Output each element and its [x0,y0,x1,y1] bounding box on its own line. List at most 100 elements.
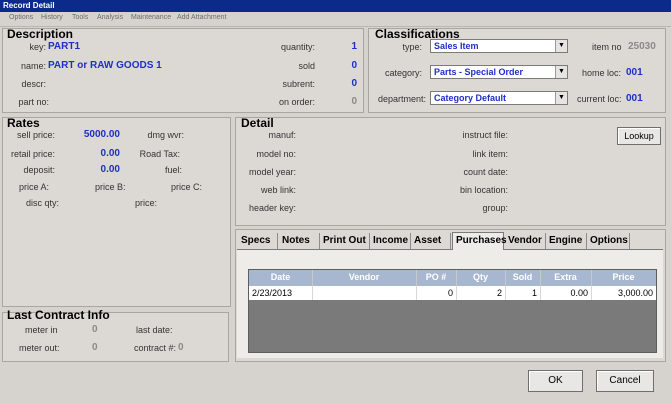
fuel-label: fuel: [164,165,182,175]
modelno-label: model no: [256,149,296,159]
tab-asset[interactable]: Asset [411,233,451,249]
manuf-label: manuf: [268,130,296,140]
currentloc-value: 001 [626,93,643,104]
contract-value: 0 [178,342,184,353]
meterout-label: meter out: [19,343,60,353]
window-title: Record Detail [0,0,671,12]
priceB-label: price B: [95,182,126,192]
contract-label: contract #: [134,343,177,353]
key-label: key: [29,42,46,52]
tab-purchases[interactable]: Purchases [452,232,507,250]
countdate-label: count date: [463,167,508,177]
tab-vendor[interactable]: Vendor [505,233,546,249]
roadtax-label: Road Tax: [139,149,180,159]
cell-extra: 0.00 [570,288,588,298]
department-select-value: Category Default [434,93,507,103]
itemno-value: 25030 [628,41,656,52]
menu-history[interactable]: History [41,14,63,21]
partno-label: part no: [18,97,49,107]
tab-notes[interactable]: Notes [279,233,320,249]
menu-bar: Options History Tools Analysis Maintenan… [0,12,671,27]
col-price[interactable]: Price [591,272,656,282]
lookup-button[interactable]: Lookup [617,127,661,145]
retail-price-label: retail price: [10,149,55,159]
cell-po: 0 [447,288,453,298]
linkitem-label: link item: [472,149,508,159]
homeloc-value: 001 [626,67,643,78]
ok-button[interactable]: OK [528,370,583,392]
menu-maintenance[interactable]: Maintenance [131,14,171,21]
department-label: department: [377,94,426,104]
category-select-value: Parts - Special Order [434,67,524,77]
meterin-label: meter in [25,325,58,335]
rates-title: Rates [7,116,40,130]
cell-qty: 2 [496,288,502,298]
department-select[interactable]: Category Default ▼ [430,91,568,105]
sold-value: 0 [351,60,357,71]
descr-label: descr: [21,79,46,89]
col-sold[interactable]: Sold [505,272,540,282]
purchases-grid[interactable]: Date Vendor PO # Qty Sold Extra Price 2/… [248,269,657,353]
menu-analysis[interactable]: Analysis [97,14,123,21]
col-date[interactable]: Date [249,272,312,282]
name-value: PART or RAW GOODS 1 [48,60,162,71]
table-row[interactable]: 2/23/2013 0 2 1 0.00 3,000.00 [249,286,656,300]
price-label: price: [135,198,158,208]
detail-title: Detail [241,116,274,130]
category-label: category: [384,68,422,78]
last-contract-title: Last Contract Info [7,308,110,322]
binlocation-label: bin location: [459,185,508,195]
tab-engine[interactable]: Engine [546,233,587,249]
menu-options[interactable]: Options [9,14,33,21]
description-title: Description [7,27,74,41]
subrent-value: 0 [351,78,357,89]
key-value: PART1 [48,41,81,52]
onorder-label: on order: [278,97,315,107]
type-select[interactable]: Sales Item ▼ [430,39,568,53]
headerkey-label: header key: [248,203,296,213]
lastdate-label: last date: [136,325,173,335]
col-extra[interactable]: Extra [540,272,591,282]
deposit-label: deposit: [23,165,55,175]
tab-options[interactable]: Options [587,233,630,249]
tab-print-out[interactable]: Print Out [320,233,370,249]
meterin-value: 0 [92,324,98,335]
sold-label: sold [298,61,315,71]
quantity-label: quantity: [280,42,315,52]
modelyear-label: model year: [248,167,296,177]
chevron-down-icon[interactable]: ▼ [555,66,567,78]
instructfile-label: instruct file: [462,130,508,140]
group-label: group: [482,203,508,213]
dmgwvr-label: dmg wvr: [147,130,184,140]
currentloc-label: current loc: [577,94,622,104]
col-qty[interactable]: Qty [456,272,505,282]
menu-tools[interactable]: Tools [72,14,88,21]
sell-price-value: 5000.00 [83,129,120,140]
subrent-label: subrent: [282,79,315,89]
type-label: type: [402,42,422,52]
chevron-down-icon[interactable]: ▼ [555,92,567,104]
sell-price-label: sell price: [16,130,55,140]
col-vendor[interactable]: Vendor [312,272,416,282]
itemno-label: item no [592,42,622,52]
retail-price-value: 0.00 [100,148,120,159]
priceA-label: price A: [19,182,50,192]
rates-panel [2,117,231,307]
onorder-value: 0 [351,96,357,107]
col-po[interactable]: PO # [416,272,456,282]
chevron-down-icon[interactable]: ▼ [555,40,567,52]
cell-price: 3,000.00 [617,288,653,298]
cancel-button[interactable]: Cancel [596,370,654,392]
cell-date: 2/23/2013 [252,288,293,298]
grid-header: Date Vendor PO # Qty Sold Extra Price [249,270,656,286]
menu-add-attachment[interactable]: Add Attachment [177,14,226,21]
tab-income[interactable]: Income [370,233,411,249]
name-label: name: [20,61,46,71]
tab-specs[interactable]: Specs [238,233,278,249]
category-select[interactable]: Parts - Special Order ▼ [430,65,568,79]
quantity-value: 1 [351,41,357,52]
meterout-value: 0 [92,342,98,353]
discqty-label: disc qty: [26,198,60,208]
weblink-label: web link: [260,185,296,195]
cell-sold: 1 [531,288,537,298]
